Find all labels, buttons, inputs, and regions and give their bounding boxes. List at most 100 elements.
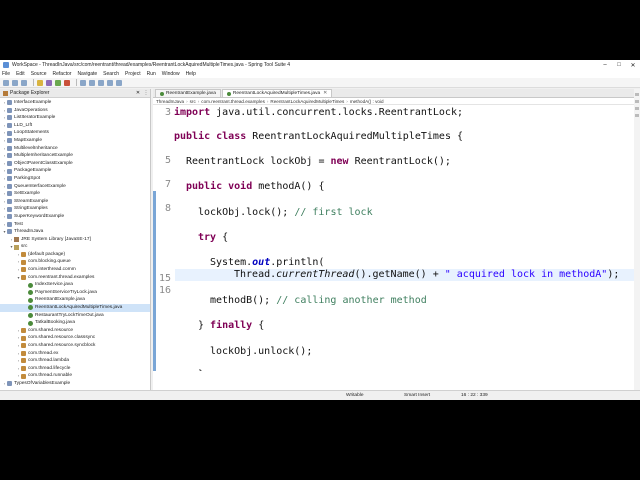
debug-icon[interactable] [46,79,52,86]
tree-item[interactable]: RestaurantTryLockTimeOut.java [0,312,150,320]
code-editor[interactable]: 3 5 7 8 15 16 import java.util.concurren… [153,107,640,371]
tree-item[interactable]: › com.shared.resource.classsync [0,334,150,342]
proj-icon [7,206,12,212]
tree-item[interactable]: › StreamExample [0,198,150,206]
tree-item-label: TatkalBooking.java [35,320,75,326]
tree-item[interactable]: › MultilevelInheritance [0,145,150,153]
tree-item[interactable]: › TypesOfVariablesExample [0,380,150,388]
tree-item[interactable]: › com.thread.lambda [0,357,150,365]
tree-item[interactable]: PaymentServiceTryLock.java [0,289,150,297]
tree-item[interactable]: ▾ com.reentrant.thread.examples [0,274,150,282]
menu-window[interactable]: Window [162,71,180,77]
tree-item-label: TypesOfVariablesExample [14,380,71,386]
tree-item[interactable]: › QueueInterfaceExample [0,183,150,191]
tree-item-label: com.thread.runnable [28,373,72,379]
run-icon[interactable] [55,79,61,86]
tree-item[interactable]: ReentrantExample.java [0,296,150,304]
tree-item[interactable]: IndexService.java [0,281,150,289]
tree-item[interactable]: ReentrantLockAquiredMultipleTimes.java [0,304,150,312]
tree-item[interactable]: ▾ ThreadInJava [0,228,150,236]
tree-item[interactable]: › ObjectParentClassExample [0,160,150,168]
menu-edit[interactable]: Edit [16,71,25,77]
tree-item[interactable]: › MultipleInheritanceExample [0,152,150,160]
tree-item[interactable]: › Test [0,221,150,229]
breadcrumb-project[interactable]: ThreadInJava [156,99,184,104]
proj-icon [7,221,12,227]
tree-item[interactable]: › ListIteratorExample [0,114,150,122]
tree-item[interactable]: › com.shared.resource.syncblock [0,342,150,350]
breadcrumb-class[interactable]: ReentrantLockAquiredMultipleTimes [270,99,344,104]
tree-item[interactable]: › LoopStatements [0,129,150,137]
save-icon[interactable] [12,79,18,86]
ruler-marker[interactable] [635,107,639,110]
tree-item[interactable]: › ParkingSpot [0,175,150,183]
tree-item-label: RestaurantTryLockTimeOut.java [35,312,104,318]
stop-icon[interactable] [64,79,70,86]
tree-item[interactable]: › PackageExample [0,167,150,175]
tree-item[interactable]: › (default package) [0,251,150,259]
maximize-icon[interactable]: □ [612,62,626,68]
tree-item[interactable]: ▾ src [0,243,150,251]
tree-item[interactable]: › SetExample [0,190,150,198]
tree-item[interactable]: › com.thread.ex [0,350,150,358]
code-line: public class ReentrantLockAquiredMultipl… [174,131,464,142]
tree-item[interactable]: › JavaOperations [0,107,150,115]
tree-item[interactable]: › com.interthread.comm [0,266,150,274]
java-file-icon [226,91,231,96]
tree-item[interactable]: › InterfaceExample [0,99,150,107]
tree-item[interactable]: › StringExamples [0,205,150,213]
build-icon[interactable] [37,79,43,86]
menu-file[interactable]: File [2,71,10,77]
save-all-icon[interactable] [21,79,27,86]
menu-navigate[interactable]: Navigate [77,71,97,77]
tab-reentrant-example[interactable]: ReentrantExample.java [155,89,221,97]
menu-help[interactable]: Help [186,71,196,77]
close-tab-icon[interactable]: ✕ [323,91,327,96]
tree-item-label: com.blocking.queue [28,259,71,265]
pkg-icon [21,350,26,356]
view-menu-icon[interactable]: ⋮ [142,90,150,96]
tree-item[interactable]: TatkalBooking.java [0,319,150,327]
tree-item[interactable]: › com.thread.lifecycle [0,365,150,373]
tree-item-label: MultipleInheritanceExample [14,153,73,159]
breadcrumb-src[interactable]: src [190,99,196,104]
breadcrumb-package[interactable]: com.reentrant.thread.examples [201,99,265,104]
tree-item[interactable]: › com.blocking.queue [0,258,150,266]
ruler-marker[interactable] [635,93,639,96]
tree-item[interactable]: › SuperKeywordExample [0,213,150,221]
tree-item[interactable]: › com.shared.resource [0,327,150,335]
search-icon[interactable] [89,79,95,86]
menu-search[interactable]: Search [103,71,119,77]
new-icon[interactable] [3,79,9,86]
ruler-marker[interactable] [635,114,639,117]
close-icon[interactable]: ✕ [134,90,142,96]
menu-run[interactable]: Run [147,71,156,77]
proj-icon [7,168,12,174]
proj-icon [7,183,12,189]
ruler-marker[interactable] [635,100,639,103]
tree-item-label: com.thread.lambda [28,358,70,364]
explorer-tree: › InterfaceExample › JavaOperations › ListIte… [0,98,150,388]
tree-item-label: MapExample [14,137,42,143]
java-icon [28,282,33,288]
tree-item[interactable]: › MapExample [0,137,150,145]
next-annotation-icon[interactable] [98,79,104,86]
pkg-icon [21,274,26,280]
menu-source[interactable]: Source [31,71,47,77]
tree-item[interactable]: › LLD_LIft [0,122,150,130]
tree-item-label: LLD_LIft [14,122,33,128]
proj-icon [7,176,12,182]
forward-icon[interactable] [116,79,122,86]
back-icon[interactable] [107,79,113,86]
proj-icon [7,107,12,113]
close-icon[interactable]: ✕ [626,62,640,69]
menu-project[interactable]: Project [125,71,141,77]
breadcrumb-method[interactable]: methodA() : void [350,99,384,104]
package-explorer-title: Package Explorer [10,90,50,96]
tree-item[interactable]: › com.thread.runnable [0,372,150,380]
tab-reentrant-lock-aquired[interactable]: ReentrantLockAquiredMultipleTimes.java ✕ [221,89,333,97]
minimize-icon[interactable]: – [598,62,612,68]
tree-item[interactable]: › JRE System Library [JavaSE-17] [0,236,150,244]
open-type-icon[interactable] [80,79,86,86]
menu-refactor[interactable]: Refactor [53,71,72,77]
